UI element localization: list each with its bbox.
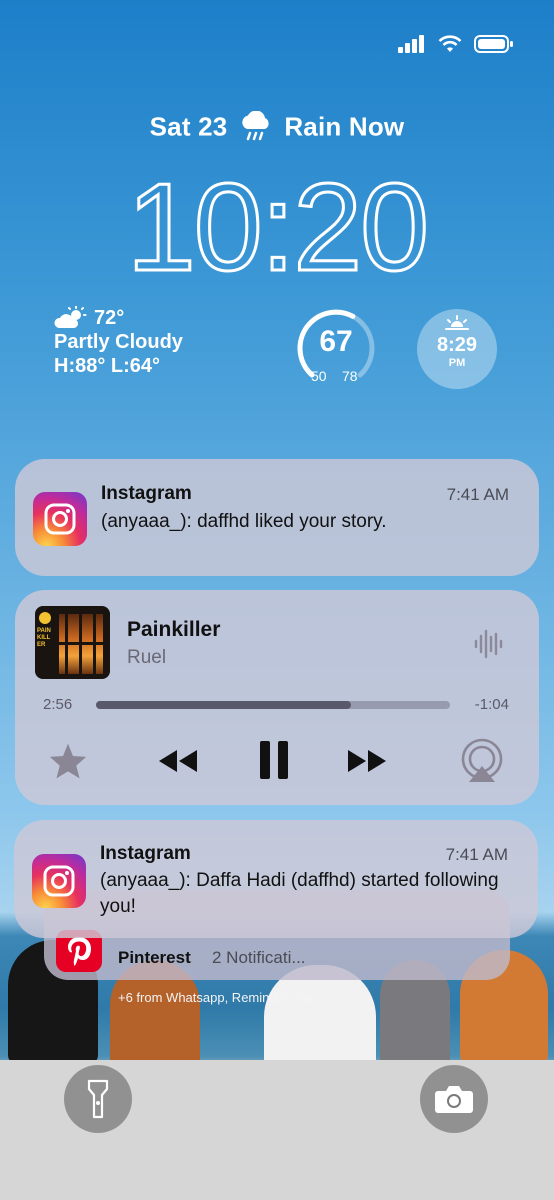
notification-app-name: Instagram — [100, 843, 191, 864]
instagram-notification-2[interactable]: Instagram 7:41 AM (anyaaa_): Daffa Hadi … — [14, 820, 538, 938]
pinterest-glyph-icon — [68, 937, 91, 966]
flashlight-icon — [87, 1079, 109, 1119]
pinterest-summary: 2 Notificati... — [212, 948, 306, 967]
flashlight-button[interactable] — [64, 1065, 132, 1133]
notification-body: (anyaaa_): Daffa Hadi (daffhd) started f… — [100, 870, 499, 917]
instagram-glyph-icon — [43, 865, 75, 897]
instagram-app-icon — [32, 854, 86, 908]
pinterest-app-name: Pinterest — [118, 948, 191, 967]
wallpaper-cats — [0, 0, 554, 1200]
more-notifications-label[interactable]: +6 from Whatsapp, Reminder and... — [118, 990, 324, 1005]
camera-icon — [435, 1086, 473, 1113]
notification-time: 7:41 AM — [445, 845, 508, 864]
camera-button[interactable] — [420, 1065, 488, 1133]
